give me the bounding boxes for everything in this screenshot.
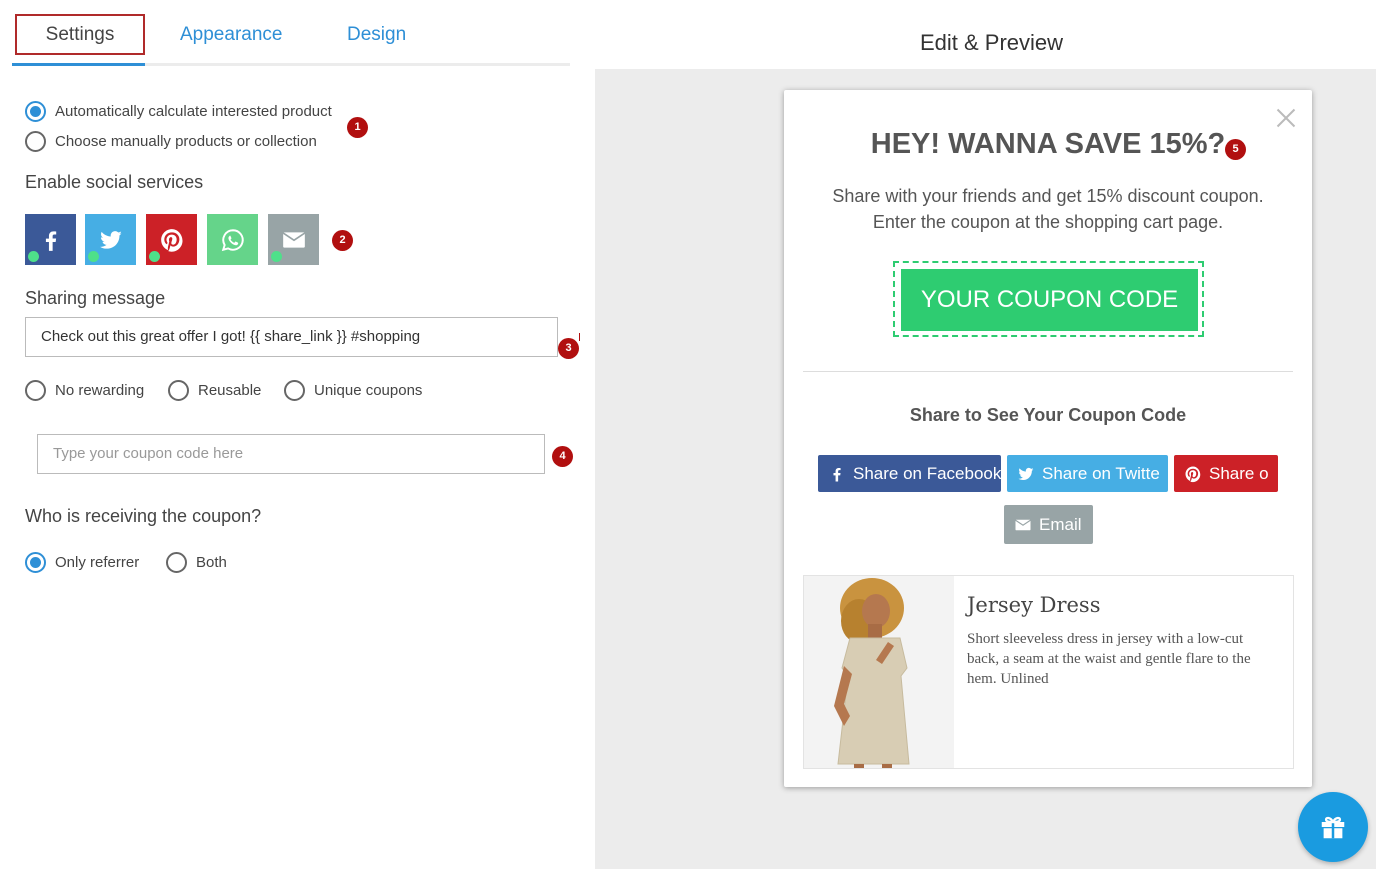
radio-button[interactable]	[25, 131, 46, 152]
share-pinterest-button[interactable]: Share o	[1174, 455, 1278, 492]
radio-label: Choose manually products or collection	[55, 133, 317, 150]
coupon-popup: HEY! WANNA SAVE 15%? 5 Share with your f…	[784, 90, 1312, 787]
radio-no-rewarding[interactable]: No rewarding	[25, 380, 144, 401]
step-badge-1: 1	[347, 117, 368, 138]
step-badge-5: 5	[1225, 139, 1246, 160]
facebook-icon	[833, 467, 841, 481]
step-badge-2: 2	[332, 230, 353, 251]
share-facebook-button[interactable]: Share on Facebook	[818, 455, 1001, 492]
twitter-toggle[interactable]	[85, 214, 136, 265]
email-toggle[interactable]	[268, 214, 319, 265]
radio-choose-manually[interactable]: Choose manually products or collection	[25, 131, 317, 152]
whatsapp-icon	[221, 228, 244, 251]
share-twitter-button[interactable]: Share on Twitte	[1007, 455, 1168, 492]
email-icon	[282, 231, 305, 248]
coupon-code-frame: YOUR COUPON CODE	[893, 261, 1204, 337]
social-section-title: Enable social services	[25, 172, 204, 192]
receiver-title: Who is receiving the coupon?	[25, 506, 262, 526]
email-icon	[1015, 519, 1031, 530]
model-photo	[804, 576, 954, 768]
enabled-indicator	[28, 251, 39, 262]
product-description: Short sleeveless dress in jersey with a …	[967, 631, 1251, 687]
radio-only-referrer[interactable]: Only referrer	[25, 552, 139, 573]
product-card: Jersey Dress Short sleeveless dress in j…	[803, 575, 1294, 769]
popup-subline-1[interactable]: Share with your friends and get 15% disc…	[784, 186, 1312, 207]
sharing-message-input[interactable]: Check out this great offer I got! {{ sha…	[25, 317, 558, 357]
coupon-code-input[interactable]: Type your coupon code here	[37, 434, 545, 474]
divider	[803, 371, 1293, 372]
radio-button[interactable]	[25, 552, 46, 573]
coupon-code-button[interactable]: YOUR COUPON CODE	[901, 269, 1198, 331]
product-name: Jersey Dress	[967, 593, 1101, 617]
step-badge-4: 4	[552, 446, 573, 467]
radio-label: No rewarding	[55, 382, 145, 399]
tab-bar: Settings Appearance Design	[12, 14, 570, 66]
settings-panel: Settings Appearance Design Automatically…	[0, 0, 595, 869]
facebook-toggle[interactable]	[25, 214, 76, 265]
enabled-indicator	[271, 251, 282, 262]
pinterest-icon	[1185, 466, 1201, 482]
radio-reusable[interactable]: Reusable	[168, 380, 261, 401]
preview-title: Edit & Preview	[920, 30, 1064, 55]
tab-settings[interactable]: Settings	[15, 14, 145, 55]
whatsapp-toggle[interactable]	[207, 214, 258, 265]
share-email-button[interactable]: Email	[1004, 505, 1093, 544]
share-twitter-label: Share on Twitte	[1042, 463, 1160, 483]
radio-button[interactable]	[25, 380, 46, 401]
pinterest-toggle[interactable]	[146, 214, 197, 265]
radio-label: Reusable	[198, 382, 262, 399]
radio-button[interactable]	[166, 552, 187, 573]
radio-button[interactable]	[284, 380, 305, 401]
pinterest-icon	[160, 228, 183, 252]
preview-header: Edit & Preview	[595, 0, 1376, 69]
gift-floating-button[interactable]	[1298, 792, 1368, 862]
active-tab-indicator	[12, 63, 145, 66]
popup-subline-2[interactable]: Enter the coupon at the shopping cart pa…	[784, 212, 1312, 233]
sharing-message-title: Sharing message	[25, 288, 166, 308]
radio-auto-calculate[interactable]: Automatically calculate interested produ…	[25, 101, 332, 122]
radio-both[interactable]: Both	[166, 552, 227, 573]
radio-label: Both	[196, 554, 227, 571]
radio-label: Unique coupons	[314, 382, 423, 399]
enabled-indicator	[149, 251, 160, 262]
share-pinterest-label: Share o	[1209, 463, 1269, 483]
gift-icon	[1321, 816, 1345, 839]
twitter-icon	[99, 230, 122, 249]
tab-design[interactable]: Design	[347, 14, 406, 55]
share-email-label: Email	[1039, 514, 1082, 534]
preview-panel: Edit & Preview HEY! WANNA SAVE 15%? 5 Sh…	[595, 0, 1376, 869]
share-title[interactable]: Share to See Your Coupon Code	[784, 405, 1312, 426]
share-facebook-label: Share on Facebook	[853, 463, 1001, 483]
twitter-icon	[1018, 467, 1034, 480]
enabled-indicator	[88, 251, 99, 262]
radio-label: Automatically calculate interested produ…	[55, 103, 332, 120]
close-icon[interactable]	[1276, 108, 1296, 128]
radio-button[interactable]	[168, 380, 189, 401]
resize-handle[interactable]	[579, 333, 580, 341]
facebook-icon	[45, 230, 56, 251]
radio-label: Only referrer	[55, 554, 140, 571]
product-image	[804, 576, 954, 768]
step-badge-3: 3	[558, 338, 579, 359]
radio-unique-coupons[interactable]: Unique coupons	[284, 380, 422, 401]
radio-button[interactable]	[25, 101, 46, 122]
tab-appearance[interactable]: Appearance	[180, 14, 282, 55]
